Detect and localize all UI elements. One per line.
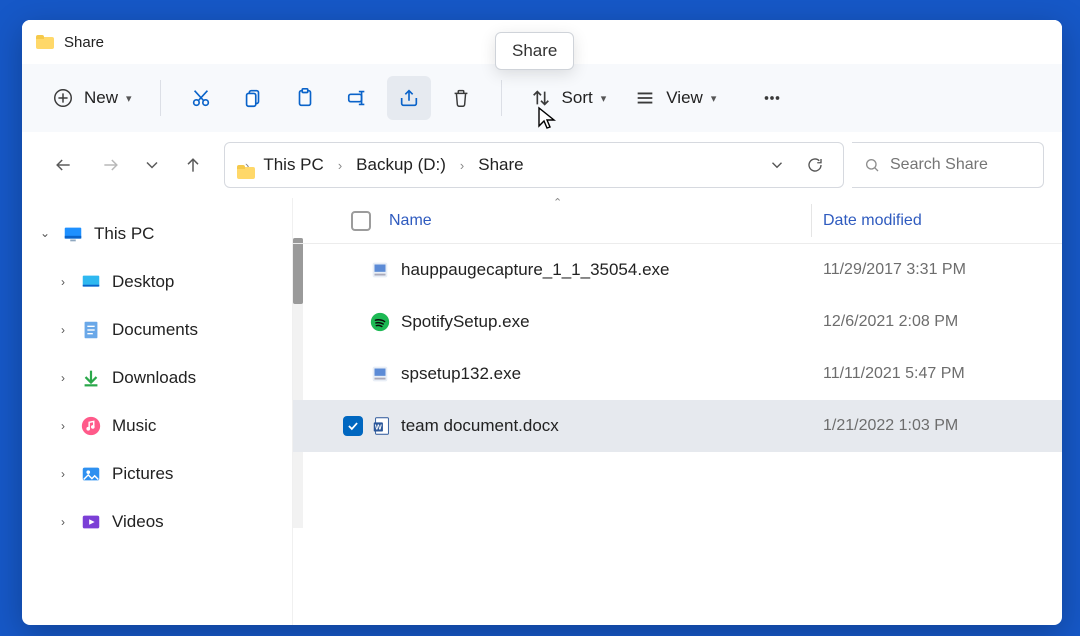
chevron-right-icon: › [56, 323, 70, 337]
delete-button[interactable] [439, 76, 483, 120]
sort-button[interactable]: Sort ▾ [520, 76, 617, 120]
column-header-name[interactable]: Name [389, 212, 432, 230]
explorer-window: Share New ▾ Sort ▾ [22, 20, 1062, 625]
file-name: SpotifySetup.exe [401, 312, 530, 332]
chevron-right-icon: › [56, 371, 70, 385]
file-name: spsetup132.exe [401, 364, 521, 384]
tree-item-pictures[interactable]: › Pictures [30, 450, 284, 498]
folder-icon [36, 35, 54, 49]
chevron-down-icon: ▾ [711, 92, 717, 105]
search-box[interactable] [852, 142, 1044, 188]
pc-icon [62, 223, 84, 245]
rename-button[interactable] [335, 76, 379, 120]
toolbar: New ▾ Sort ▾ View ▾ [22, 64, 1062, 132]
paste-button[interactable] [283, 76, 327, 120]
sort-label: Sort [562, 88, 593, 108]
column-header-date[interactable]: Date modified [823, 212, 922, 230]
spotify-icon [369, 311, 391, 333]
forward-button[interactable] [94, 148, 128, 182]
breadcrumb-separator: › [458, 158, 466, 173]
address-dropdown-button[interactable] [761, 149, 793, 181]
tree-label: Downloads [112, 368, 196, 388]
tree-label: Music [112, 416, 156, 436]
file-list-area: ⌃ Name Date modified hauppaugecapture_1_… [292, 198, 1062, 625]
select-all-checkbox[interactable] [351, 211, 371, 231]
exe-icon [369, 259, 391, 281]
file-row[interactable]: hauppaugecapture_1_1_35054.exe 11/29/201… [293, 244, 1062, 296]
share-tooltip: Share [495, 32, 574, 70]
window-title: Share [64, 34, 104, 51]
cut-button[interactable] [179, 76, 223, 120]
search-icon [864, 157, 880, 173]
tree-label: Desktop [112, 272, 174, 292]
breadcrumb-folder[interactable]: Share [472, 151, 529, 179]
explorer-body: ⌄ This PC › Desktop › Documents [22, 198, 1062, 625]
breadcrumb-this-pc[interactable]: This PC [257, 151, 329, 179]
new-label: New [84, 88, 118, 108]
file-name: team document.docx [401, 416, 559, 436]
recent-locations-button[interactable] [142, 148, 162, 182]
search-input[interactable] [890, 156, 1030, 174]
music-icon [80, 415, 102, 437]
downloads-icon [80, 367, 102, 389]
navigation-row: › This PC › Backup (D:) › Share [22, 132, 1062, 198]
tree-item-downloads[interactable]: › Downloads [30, 354, 284, 402]
new-button[interactable]: New ▾ [42, 76, 142, 120]
share-button[interactable] [387, 76, 431, 120]
chevron-right-icon: › [56, 467, 70, 481]
file-rows: hauppaugecapture_1_1_35054.exe 11/29/201… [293, 244, 1062, 452]
file-row[interactable]: SpotifySetup.exe 12/6/2021 2:08 PM [293, 296, 1062, 348]
breadcrumb-drive[interactable]: Backup (D:) [350, 151, 452, 179]
chevron-right-icon: › [56, 419, 70, 433]
tree-item-videos[interactable]: › Videos [30, 498, 284, 546]
file-row[interactable]: W team document.docx 1/21/2022 1:03 PM [293, 400, 1062, 452]
pictures-icon [80, 463, 102, 485]
breadcrumb-separator: › [336, 158, 344, 173]
svg-text:W: W [375, 423, 382, 432]
view-button[interactable]: View ▾ [624, 76, 726, 120]
tree-label: This PC [94, 224, 154, 244]
back-button[interactable] [46, 148, 80, 182]
tree-label: Documents [112, 320, 198, 340]
file-date: 11/11/2021 5:47 PM [823, 365, 965, 383]
more-button[interactable] [750, 76, 794, 120]
column-headers: ⌃ Name Date modified [293, 198, 1062, 244]
word-doc-icon: W [371, 415, 393, 437]
chevron-down-icon: ⌄ [38, 226, 52, 240]
chevron-right-icon: › [56, 515, 70, 529]
desktop-icon [80, 271, 102, 293]
chevron-down-icon: ▾ [601, 92, 607, 105]
tree-label: Pictures [112, 464, 173, 484]
tree-item-desktop[interactable]: › Desktop [30, 258, 284, 306]
file-date: 1/21/2022 1:03 PM [823, 417, 958, 435]
file-date: 12/6/2021 2:08 PM [823, 313, 958, 331]
chevron-right-icon: › [56, 275, 70, 289]
sort-indicator-icon: ⌃ [553, 196, 562, 209]
exe-icon [369, 363, 391, 385]
tree-item-this-pc[interactable]: ⌄ This PC [30, 210, 284, 258]
view-label: View [666, 88, 703, 108]
copy-button[interactable] [231, 76, 275, 120]
file-row[interactable]: spsetup132.exe 11/11/2021 5:47 PM [293, 348, 1062, 400]
refresh-button[interactable] [799, 149, 831, 181]
file-date: 11/29/2017 3:31 PM [823, 261, 966, 279]
documents-icon [80, 319, 102, 341]
tree-item-music[interactable]: › Music [30, 402, 284, 450]
videos-icon [80, 511, 102, 533]
chevron-down-icon: ▾ [126, 92, 132, 105]
address-bar[interactable]: › This PC › Backup (D:) › Share [224, 142, 844, 188]
file-checkbox[interactable] [343, 416, 363, 436]
tree-label: Videos [112, 512, 164, 532]
up-button[interactable] [176, 148, 210, 182]
navigation-pane: ⌄ This PC › Desktop › Documents [22, 198, 292, 625]
tree-item-documents[interactable]: › Documents [30, 306, 284, 354]
file-name: hauppaugecapture_1_1_35054.exe [401, 260, 669, 280]
